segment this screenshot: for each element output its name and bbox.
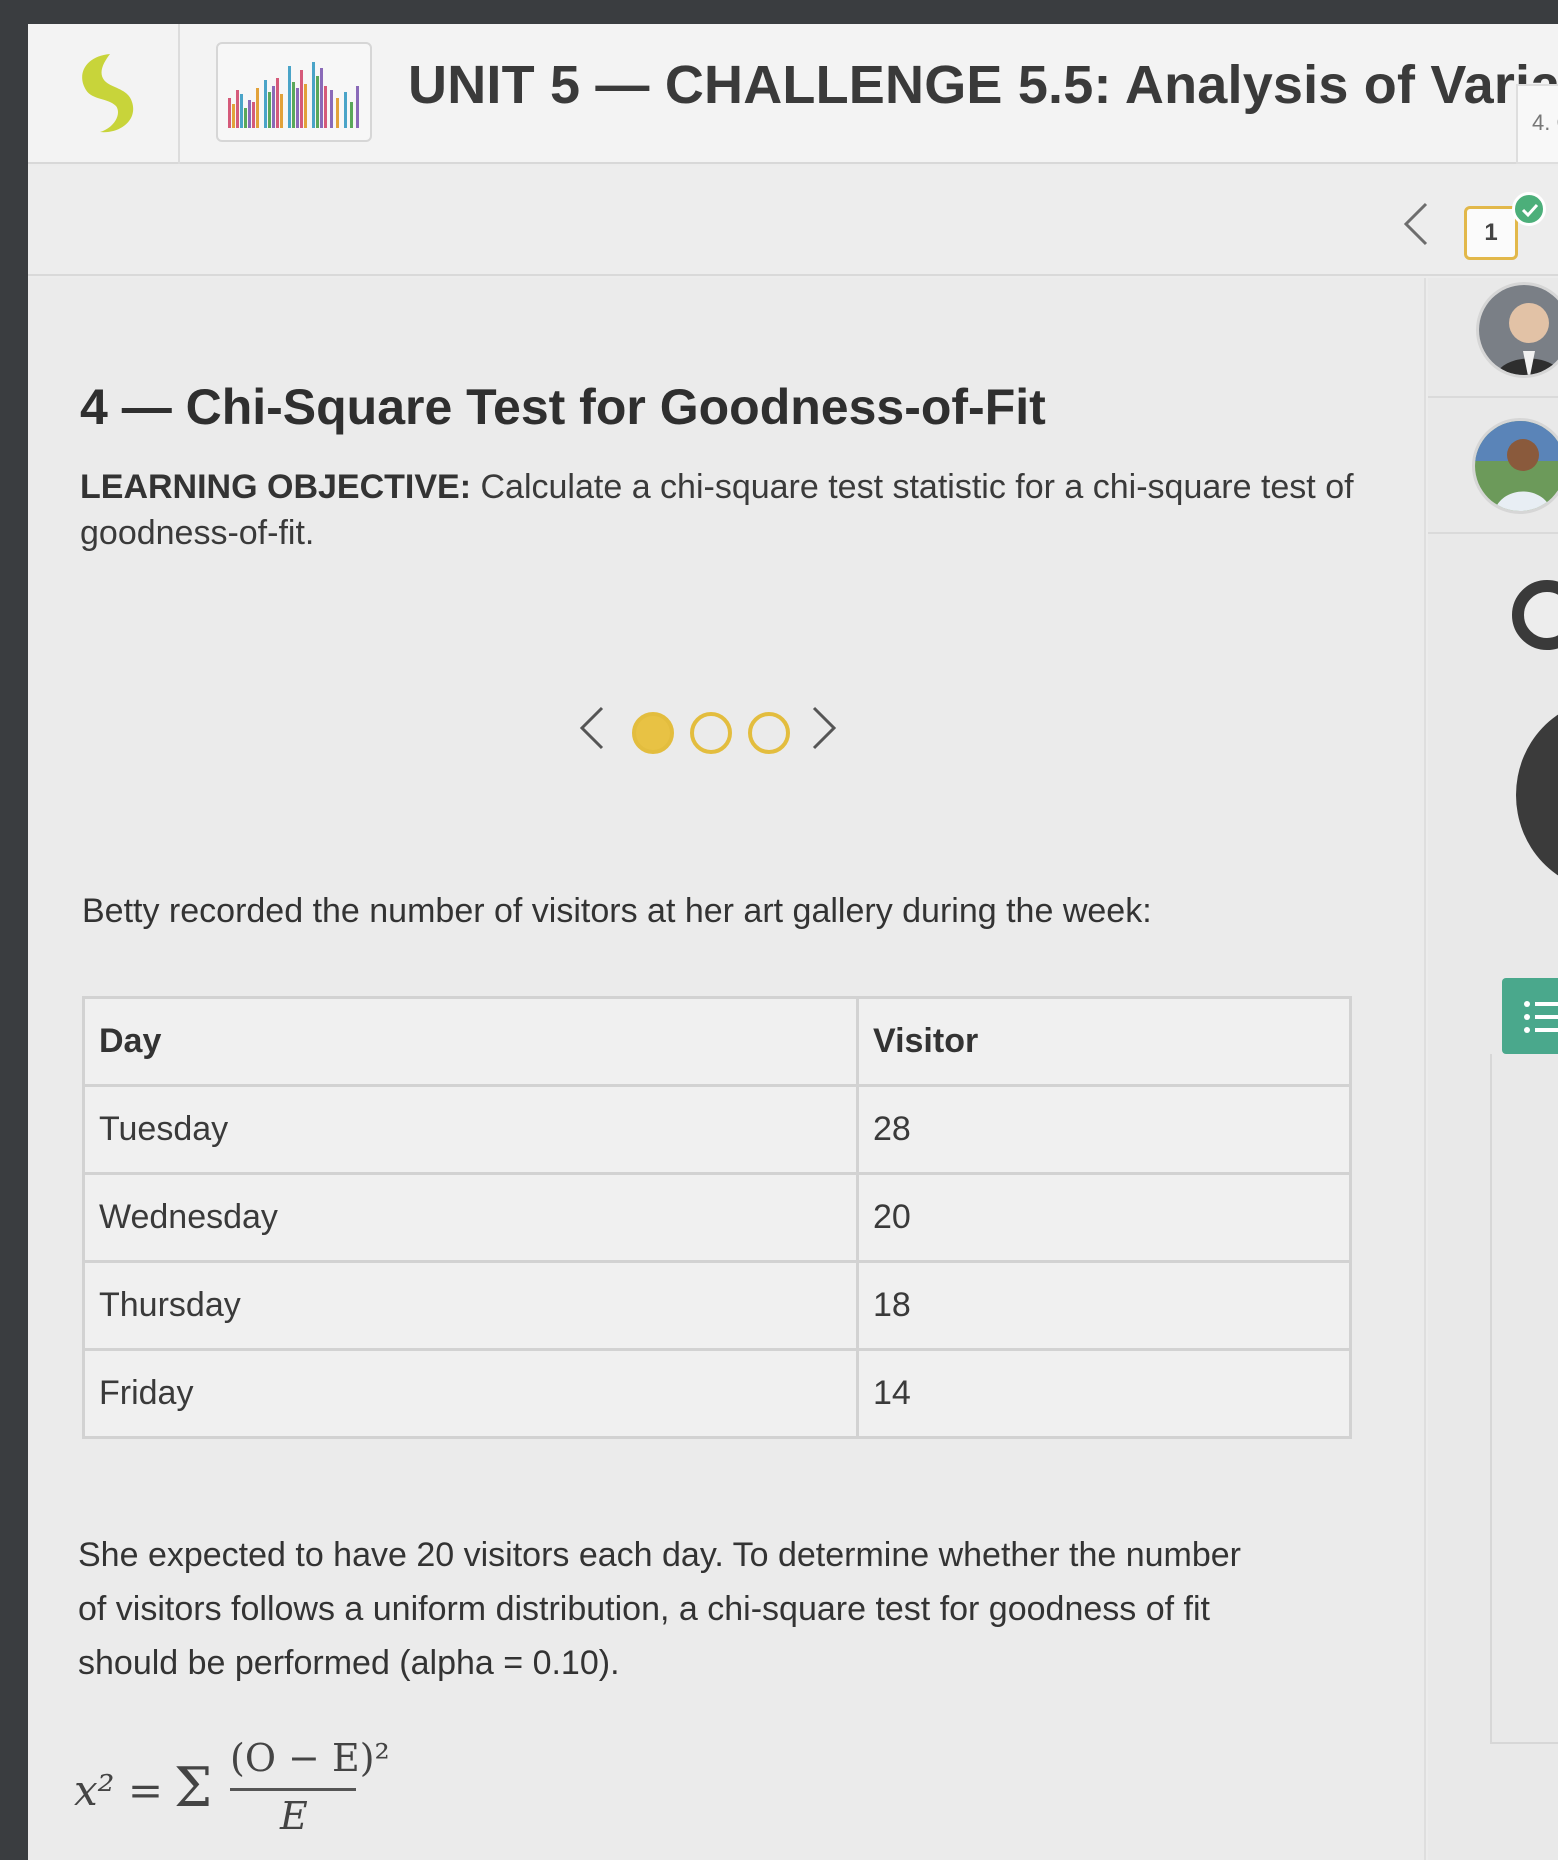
table-row: Friday 14 [82, 1348, 1352, 1439]
chevron-right-icon [812, 706, 837, 750]
cell-visitors: 28 [856, 1084, 1352, 1175]
formula-lhs: x² = [74, 1766, 164, 1815]
lesson-thumbnail[interactable] [216, 42, 372, 142]
completed-badge [1512, 192, 1546, 226]
table-row: Tuesday 28 [82, 1084, 1352, 1175]
panel-divider [1428, 396, 1558, 398]
objective-label: LEARNING OBJECTIVE: [80, 468, 472, 506]
intro-text: Betty recorded the number of visitors at… [82, 892, 1152, 930]
formula-numerator: (O − E)² [230, 1736, 390, 1780]
carousel-nav [578, 702, 898, 762]
avatar[interactable] [1472, 418, 1558, 514]
visitors-table: Day Visitor Tuesday 28 Wednesday 20 Thur… [82, 996, 1352, 1439]
learning-objective: LEARNING OBJECTIVE: Calculate a chi-squa… [80, 464, 1380, 556]
formula-denominator: E [280, 1794, 308, 1838]
carousel-dot-1[interactable] [632, 712, 674, 754]
chevron-left-icon [579, 706, 604, 750]
carousel-next-button[interactable] [810, 702, 838, 765]
avatar-image [1475, 421, 1558, 511]
table-row: Thursday 18 [82, 1260, 1352, 1351]
cell-day: Wednesday [82, 1172, 859, 1263]
panel-border [1490, 1742, 1558, 1744]
toolbar: 1 [28, 166, 1558, 276]
cell-visitors: 20 [856, 1172, 1352, 1263]
carousel-dot-2[interactable] [690, 712, 732, 754]
right-panel [1428, 278, 1558, 1860]
problem-paragraph: She expected to have 20 visitors each da… [78, 1536, 1241, 1682]
table-row: Wednesday 20 [82, 1172, 1352, 1263]
menu-button[interactable] [1502, 978, 1558, 1054]
next-lesson-tab[interactable]: 4. C [1516, 84, 1558, 164]
lesson-content: 4 — Chi-Square Test for Goodness-of-Fit … [28, 278, 1426, 1860]
formula-fraction-bar [230, 1788, 356, 1791]
cell-day: Thursday [82, 1260, 859, 1351]
lesson-heading: 4 — Chi-Square Test for Goodness-of-Fit [80, 379, 1046, 435]
column-header-day: Day [82, 996, 859, 1087]
column-header-visitor: Visitor [856, 996, 1352, 1087]
table-header-row: Day Visitor [82, 996, 1352, 1087]
sophia-logo-icon [82, 54, 134, 133]
avatar-image [1479, 285, 1558, 375]
carousel-prev-button[interactable] [578, 702, 606, 765]
screen: UNIT 5 — CHALLENGE 5.5: Analysis of Vari… [28, 24, 1558, 1860]
cell-day: Tuesday [82, 1084, 859, 1175]
page-indicator[interactable]: 1 [1464, 206, 1518, 260]
bar-chart-thumbnail-icon [228, 62, 359, 128]
avatar[interactable] [1476, 282, 1558, 378]
previous-page-button[interactable] [1400, 200, 1440, 250]
chevron-left-icon [1403, 202, 1428, 246]
cell-day: Friday [82, 1348, 859, 1439]
header: UNIT 5 — CHALLENGE 5.5: Analysis of Vari… [28, 24, 1558, 164]
logo[interactable] [28, 24, 180, 164]
list-icon [1524, 1001, 1558, 1033]
cell-visitors: 14 [856, 1348, 1352, 1439]
panel-divider [1428, 532, 1558, 534]
formula-sigma: Σ [174, 1756, 213, 1819]
panel-border [1490, 1054, 1492, 1744]
check-icon [1521, 203, 1539, 218]
carousel-dot-3[interactable] [748, 712, 790, 754]
page-title: UNIT 5 — CHALLENGE 5.5: Analysis of Vari… [408, 55, 1558, 115]
cell-visitors: 18 [856, 1260, 1352, 1351]
